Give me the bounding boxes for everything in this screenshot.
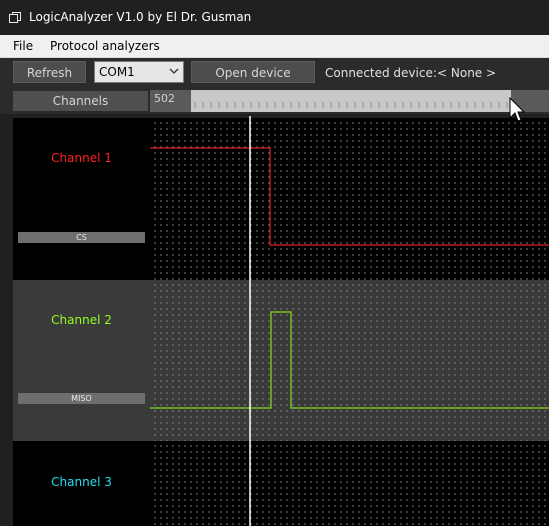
timeline-scroll-thumb[interactable]: [191, 90, 511, 112]
channel-2-plot[interactable]: [150, 280, 549, 441]
refresh-button[interactable]: Refresh: [13, 61, 86, 83]
channels-header: Channels: [13, 91, 148, 111]
connected-device-label: Connected device:: [325, 66, 437, 80]
connected-device-value: < None >: [437, 66, 497, 80]
channel-2-tag: MISO: [18, 393, 145, 404]
app-icon: [9, 12, 21, 23]
channel-2-panel[interactable]: Channel 2 MISO: [13, 280, 150, 441]
channel-1-tag: CS: [18, 232, 145, 243]
channel-1-plot[interactable]: [150, 118, 549, 280]
window-title: LogicAnalyzer V1.0 by El Dr. Gusman: [29, 10, 252, 24]
toolbar: Refresh COM1 Open device Connected devic…: [0, 58, 549, 88]
channel-3-plot[interactable]: [150, 441, 549, 526]
channel-3-panel[interactable]: Channel 3: [13, 441, 150, 526]
port-select[interactable]: COM1: [94, 61, 184, 83]
timeline-offset: 502: [154, 92, 175, 105]
chevron-down-icon: [169, 68, 179, 74]
channel-1-name: Channel 1: [51, 151, 112, 165]
menu-protocol-analyzers[interactable]: Protocol analyzers: [50, 39, 160, 53]
title-bar: LogicAnalyzer V1.0 by El Dr. Gusman: [0, 0, 549, 35]
timeline-ticks: [194, 102, 508, 108]
port-select-value: COM1: [99, 65, 135, 79]
menu-bar: File Protocol analyzers: [0, 35, 549, 58]
channel-3-name: Channel 3: [51, 475, 112, 489]
channel-2-name: Channel 2: [51, 313, 112, 327]
timeline-header: Channels 502: [0, 88, 549, 114]
menu-file[interactable]: File: [13, 39, 33, 53]
channel-1-panel[interactable]: Channel 1 CS: [13, 118, 150, 280]
mouse-cursor-icon: [509, 97, 525, 122]
open-device-button[interactable]: Open device: [191, 61, 315, 83]
